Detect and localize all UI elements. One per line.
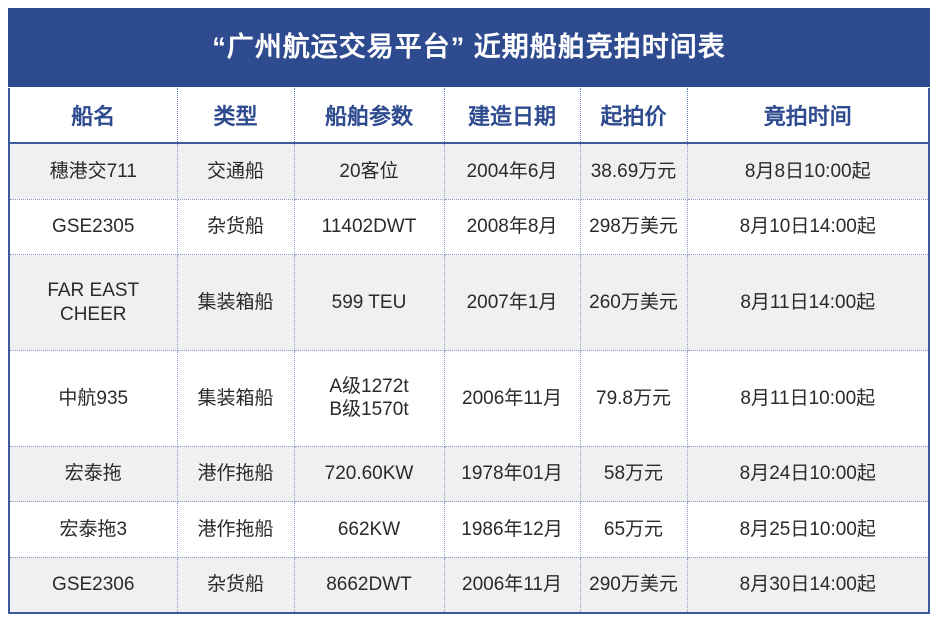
cell-ship-name: FAR EAST CHEER bbox=[10, 254, 178, 352]
cell-ship-name: 宏泰拖3 bbox=[10, 501, 178, 558]
column-header-auction-time: 竟拍时间 bbox=[687, 88, 928, 144]
cell-type: 杂货船 bbox=[177, 199, 295, 256]
table-header: 船名 类型 船舶参数 建造日期 起拍价 竟拍时间 bbox=[10, 88, 928, 144]
parameters-line-1: A级1272t bbox=[329, 375, 409, 397]
ship-name-line-1: 宏泰拖 bbox=[64, 463, 122, 485]
parameters-line-1: 11402DWT bbox=[321, 216, 417, 238]
ship-name-line-1: GSE2306 bbox=[52, 574, 135, 596]
column-header-start-price: 起拍价 bbox=[580, 88, 688, 144]
cell-type: 杂货船 bbox=[177, 557, 295, 612]
cell-start-price: 58万元 bbox=[580, 446, 688, 503]
ship-name-line-1: FAR EAST bbox=[47, 279, 140, 301]
cell-auction-time: 8月11日10:00起 bbox=[687, 350, 928, 447]
cell-auction-time: 8月25日10:00起 bbox=[687, 501, 928, 558]
cell-start-price: 260万美元 bbox=[580, 254, 688, 352]
cell-parameters: 20客位 bbox=[294, 143, 445, 200]
table-row: 穗港交711 交通船 20客位 2004年6月 38.69万元 8月8日10:0… bbox=[10, 143, 928, 200]
cell-parameters: 720.60KW bbox=[294, 446, 445, 503]
cell-ship-name: 中航935 bbox=[10, 350, 178, 447]
column-header-type: 类型 bbox=[177, 88, 295, 144]
cell-parameters: 662KW bbox=[294, 501, 445, 558]
table-row: GSE2305 杂货船 11402DWT 2008年8月 298万美元 8月10… bbox=[10, 199, 928, 256]
parameters-line-1: 20客位 bbox=[339, 160, 399, 182]
title-banner: “广州航运交易平台” 近期船舶竞拍时间表 bbox=[8, 8, 930, 87]
column-header-build-date: 建造日期 bbox=[444, 88, 581, 144]
cell-start-price: 290万美元 bbox=[580, 557, 688, 612]
cell-ship-name: GSE2305 bbox=[10, 199, 178, 256]
cell-build-date: 2006年11月 bbox=[444, 350, 581, 447]
ship-name-line-1: 穗港交711 bbox=[49, 160, 137, 182]
cell-parameters: 8662DWT bbox=[294, 557, 445, 612]
parameters-line-2: B级1570t bbox=[329, 399, 409, 421]
ship-name-line-2: CHEER bbox=[59, 303, 127, 325]
cell-type: 集装箱船 bbox=[177, 350, 295, 447]
cell-auction-time: 8月11日14:00起 bbox=[687, 254, 928, 352]
cell-start-price: 65万元 bbox=[580, 501, 688, 558]
table-header-row: 船名 类型 船舶参数 建造日期 起拍价 竟拍时间 bbox=[10, 88, 928, 144]
table-row: FAR EAST CHEER 集装箱船 599 TEU 2007年1月 260万… bbox=[10, 254, 928, 352]
cell-type: 港作拖船 bbox=[177, 446, 295, 503]
cell-type: 港作拖船 bbox=[177, 501, 295, 558]
cell-ship-name: 穗港交711 bbox=[10, 143, 178, 200]
ship-name-line-1: 中航935 bbox=[58, 387, 129, 409]
cell-parameters: 599 TEU bbox=[294, 254, 445, 352]
cell-build-date: 2008年8月 bbox=[444, 199, 581, 256]
cell-build-date: 2006年11月 bbox=[444, 557, 581, 612]
cell-start-price: 79.8万元 bbox=[580, 350, 688, 447]
column-header-parameters: 船舶参数 bbox=[294, 88, 445, 144]
cell-build-date: 2004年6月 bbox=[444, 143, 581, 200]
cell-parameters: 11402DWT bbox=[294, 199, 445, 256]
schedule-table-container: 船名 类型 船舶参数 建造日期 起拍价 竟拍时间 穗港交711 交通船 20客位 bbox=[8, 88, 930, 614]
page-title: “广州航运交易平台” 近期船舶竞拍时间表 bbox=[212, 31, 726, 62]
ship-name-line-1: GSE2305 bbox=[52, 216, 135, 238]
cell-type: 交通船 bbox=[177, 143, 295, 200]
table-row: 宏泰拖3 港作拖船 662KW 1986年12月 65万元 8月25日10:00… bbox=[10, 501, 928, 558]
cell-auction-time: 8月30日14:00起 bbox=[687, 557, 928, 612]
auction-schedule-page: “广州航运交易平台” 近期船舶竞拍时间表 船名 类型 船舶参数 建造日期 起拍价… bbox=[0, 0, 939, 621]
cell-auction-time: 8月8日10:00起 bbox=[687, 143, 928, 200]
cell-build-date: 1986年12月 bbox=[444, 501, 581, 558]
ship-auction-schedule-table: 船名 类型 船舶参数 建造日期 起拍价 竟拍时间 穗港交711 交通船 20客位 bbox=[10, 88, 928, 612]
cell-type: 集装箱船 bbox=[177, 254, 295, 352]
cell-ship-name: 宏泰拖 bbox=[10, 446, 178, 503]
cell-ship-name: GSE2306 bbox=[10, 557, 178, 612]
column-header-ship-name: 船名 bbox=[10, 88, 178, 144]
cell-start-price: 38.69万元 bbox=[580, 143, 688, 200]
cell-parameters: A级1272t B级1570t bbox=[294, 350, 445, 447]
table-row: GSE2306 杂货船 8662DWT 2006年11月 290万美元 8月30… bbox=[10, 557, 928, 612]
parameters-line-1: 720.60KW bbox=[324, 463, 414, 485]
cell-build-date: 2007年1月 bbox=[444, 254, 581, 352]
table-row: 中航935 集装箱船 A级1272t B级1570t 2006年11月 79.8… bbox=[10, 350, 928, 447]
cell-auction-time: 8月10日14:00起 bbox=[687, 199, 928, 256]
parameters-line-1: 8662DWT bbox=[326, 574, 412, 596]
cell-auction-time: 8月24日10:00起 bbox=[687, 446, 928, 503]
cell-start-price: 298万美元 bbox=[580, 199, 688, 256]
parameters-line-1: 662KW bbox=[337, 518, 401, 540]
parameters-line-1: 599 TEU bbox=[331, 291, 407, 313]
table-row: 宏泰拖 港作拖船 720.60KW 1978年01月 58万元 8月24日10:… bbox=[10, 446, 928, 503]
cell-build-date: 1978年01月 bbox=[444, 446, 581, 503]
table-body: 穗港交711 交通船 20客位 2004年6月 38.69万元 8月8日10:0… bbox=[10, 143, 928, 612]
ship-name-line-1: 宏泰拖3 bbox=[59, 518, 128, 540]
